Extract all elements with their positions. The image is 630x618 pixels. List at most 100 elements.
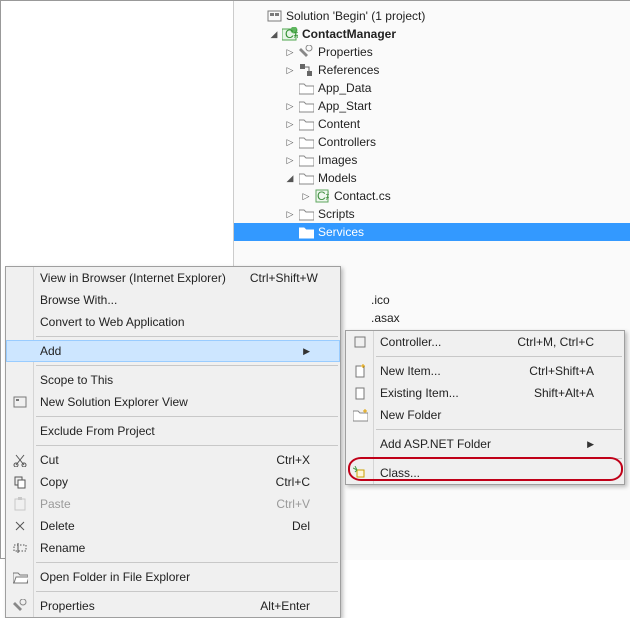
folder-icon	[298, 80, 314, 96]
tree-label: Contact.cs	[334, 189, 391, 203]
menu-separator	[36, 365, 338, 366]
tree-node-solution[interactable]: ▶ Solution 'Begin' (1 project)	[234, 7, 630, 25]
menu-item-properties[interactable]: Properties Alt+Enter	[6, 595, 340, 617]
menu-item-exclude[interactable]: Exclude From Project	[6, 420, 340, 442]
expander-closed-icon[interactable]: ▷	[284, 100, 296, 112]
menu-item-add[interactable]: Add ▶	[6, 340, 340, 362]
folder-icon	[298, 170, 314, 186]
tree-node-partial-asax[interactable]: .asax	[371, 309, 400, 327]
tree-node-appstart[interactable]: ▷ App_Start	[234, 97, 630, 115]
menu-item-new-folder[interactable]: New Folder	[346, 404, 624, 426]
tree-label: Controllers	[318, 135, 376, 149]
tree-node-project[interactable]: ◢ C# ContactManager	[234, 25, 630, 43]
menu-label: Scope to This	[40, 373, 310, 387]
menu-separator	[376, 356, 622, 357]
menu-item-new-solution-view[interactable]: New Solution Explorer View	[6, 391, 340, 413]
menu-item-controller[interactable]: Controller... Ctrl+M, Ctrl+C	[346, 331, 624, 353]
menu-shortcut: Ctrl+C	[276, 475, 310, 489]
menu-separator	[376, 429, 622, 430]
tree-node-properties[interactable]: ▷ Properties	[234, 43, 630, 61]
expander-closed-icon[interactable]: ▷	[284, 64, 296, 76]
svg-text:C#: C#	[317, 189, 329, 203]
expander-open-icon[interactable]: ◢	[284, 172, 296, 184]
tree-label: Models	[318, 171, 357, 185]
tree-node-images[interactable]: ▷ Images	[234, 151, 630, 169]
menu-label: New Folder	[380, 408, 594, 422]
tree-node-partial-ico[interactable]: .ico	[371, 291, 390, 309]
menu-label: Properties	[40, 599, 236, 613]
tree-label: Scripts	[318, 207, 355, 221]
tree-node-scripts[interactable]: ▷ Scripts	[234, 205, 630, 223]
svg-text:C#: C#	[285, 27, 298, 41]
tree-node-references[interactable]: ▷ References	[234, 61, 630, 79]
menu-item-cut[interactable]: Cut Ctrl+X	[6, 449, 340, 471]
tree-node-models[interactable]: ◢ Models	[234, 169, 630, 187]
menu-item-scope[interactable]: Scope to This	[6, 369, 340, 391]
delete-icon	[12, 518, 28, 534]
tree-node-services[interactable]: ▶ Services	[234, 223, 630, 241]
menu-item-view-in-browser[interactable]: View in Browser (Internet Explorer) Ctrl…	[6, 267, 340, 289]
solution-tree[interactable]: ▶ Solution 'Begin' (1 project) ◢ C# Cont…	[234, 1, 630, 241]
expander-closed-icon[interactable]: ▷	[284, 208, 296, 220]
tree-label: Solution 'Begin' (1 project)	[286, 9, 425, 23]
menu-shortcut: Alt+Enter	[260, 599, 310, 613]
expander-open-icon[interactable]: ◢	[268, 28, 280, 40]
menu-item-new-item[interactable]: New Item... Ctrl+Shift+A	[346, 360, 624, 382]
menu-item-rename[interactable]: Rename	[6, 537, 340, 559]
new-item-icon	[352, 363, 368, 379]
context-submenu-add: Controller... Ctrl+M, Ctrl+C New Item...…	[345, 330, 625, 485]
menu-item-class[interactable]: Class...	[346, 462, 624, 484]
menu-label: Delete	[40, 519, 268, 533]
expander-closed-icon[interactable]: ▷	[284, 118, 296, 130]
menu-label: New Item...	[380, 364, 505, 378]
menu-label: Add ASP.NET Folder	[380, 437, 563, 451]
folder-icon	[298, 152, 314, 168]
chevron-right-icon: ▶	[587, 439, 594, 450]
menu-label: Paste	[40, 497, 252, 511]
copy-icon	[12, 474, 28, 490]
tree-label: Content	[318, 117, 360, 131]
menu-label: Class...	[380, 466, 594, 480]
menu-shortcut: Ctrl+M, Ctrl+C	[517, 335, 594, 349]
menu-label: View in Browser (Internet Explorer)	[40, 271, 226, 285]
menu-shortcut: Ctrl+Shift+W	[250, 271, 318, 285]
menu-label: Exclude From Project	[40, 424, 310, 438]
menu-item-aspnet-folder[interactable]: Add ASP.NET Folder ▶	[346, 433, 624, 455]
explorer-icon	[12, 394, 28, 410]
properties-icon	[12, 598, 28, 614]
tree-node-content[interactable]: ▷ Content	[234, 115, 630, 133]
tree-node-controllers[interactable]: ▷ Controllers	[234, 133, 630, 151]
class-icon	[352, 465, 368, 481]
expander-closed-icon[interactable]: ▷	[284, 136, 296, 148]
solution-icon	[266, 8, 282, 24]
menu-label: Controller...	[380, 335, 493, 349]
menu-shortcut: Ctrl+V	[276, 497, 310, 511]
menu-item-browse-with[interactable]: Browse With...	[6, 289, 340, 311]
menu-shortcut: Ctrl+Shift+A	[529, 364, 594, 378]
new-folder-icon	[352, 407, 368, 423]
expander-closed-icon[interactable]: ▷	[284, 46, 296, 58]
chevron-right-icon: ▶	[303, 346, 310, 357]
tree-label-partial: .ico	[371, 293, 390, 307]
menu-label: Existing Item...	[380, 386, 510, 400]
menu-shortcut: Ctrl+X	[276, 453, 310, 467]
tree-label: App_Data	[318, 81, 371, 95]
tree-node-appdata[interactable]: ▶ App_Data	[234, 79, 630, 97]
tree-node-contact-cs[interactable]: ▷ C# Contact.cs	[234, 187, 630, 205]
menu-item-copy[interactable]: Copy Ctrl+C	[6, 471, 340, 493]
paste-icon	[12, 496, 28, 512]
properties-icon	[298, 44, 314, 60]
tree-label: References	[318, 63, 379, 77]
menu-item-open-folder[interactable]: Open Folder in File Explorer	[6, 566, 340, 588]
expander-closed-icon[interactable]: ▷	[300, 190, 312, 202]
menu-label: Add	[40, 344, 279, 358]
menu-label: Copy	[40, 475, 252, 489]
menu-item-existing-item[interactable]: Existing Item... Shift+Alt+A	[346, 382, 624, 404]
menu-item-delete[interactable]: Delete Del	[6, 515, 340, 537]
menu-item-convert-web-app[interactable]: Convert to Web Application	[6, 311, 340, 333]
menu-separator	[36, 562, 338, 563]
expander-closed-icon[interactable]: ▷	[284, 154, 296, 166]
controller-icon	[352, 334, 368, 350]
menu-shortcut: Del	[292, 519, 310, 533]
csharp-project-icon: C#	[282, 26, 298, 42]
